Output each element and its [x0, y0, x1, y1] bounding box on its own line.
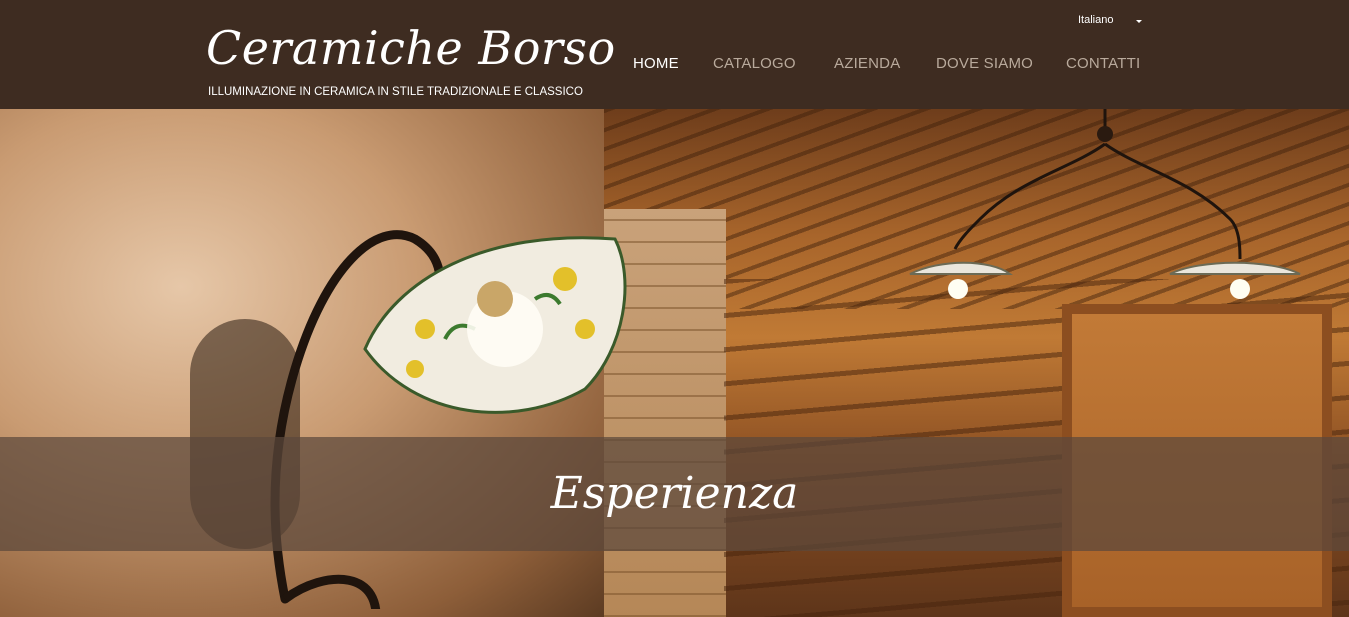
ceramic-lampshade [363, 236, 627, 414]
nav-item-contatti[interactable]: CONTATTI [1066, 55, 1140, 72]
nav-item-dove-siamo[interactable]: DOVE SIAMO [936, 55, 1033, 72]
nav-item-home[interactable]: HOME [633, 55, 679, 72]
site-header: Ceramiche Borso ILLUMINAZIONE IN CERAMIC… [0, 0, 1349, 109]
nav-item-catalogo[interactable]: CATALOGO [713, 55, 796, 72]
hero-caption-band: Esperienza [0, 437, 1349, 551]
nav-item-azienda[interactable]: AZIENDA [834, 55, 900, 72]
language-label: Italiano [1078, 14, 1114, 26]
hanging-lamp [909, 109, 1301, 299]
caret-down-icon [1136, 20, 1142, 23]
hero-slider[interactable]: Esperienza [0, 109, 1349, 617]
logo-tagline: ILLUMINAZIONE IN CERAMICA IN STILE TRADI… [208, 86, 583, 98]
language-selector[interactable]: Italiano [1078, 14, 1148, 30]
hero-caption: Esperienza [550, 468, 799, 519]
logo-script-text: Ceramiche Borso [206, 21, 616, 75]
site-logo[interactable]: Ceramiche Borso ILLUMINAZIONE IN CERAMIC… [206, 18, 615, 103]
